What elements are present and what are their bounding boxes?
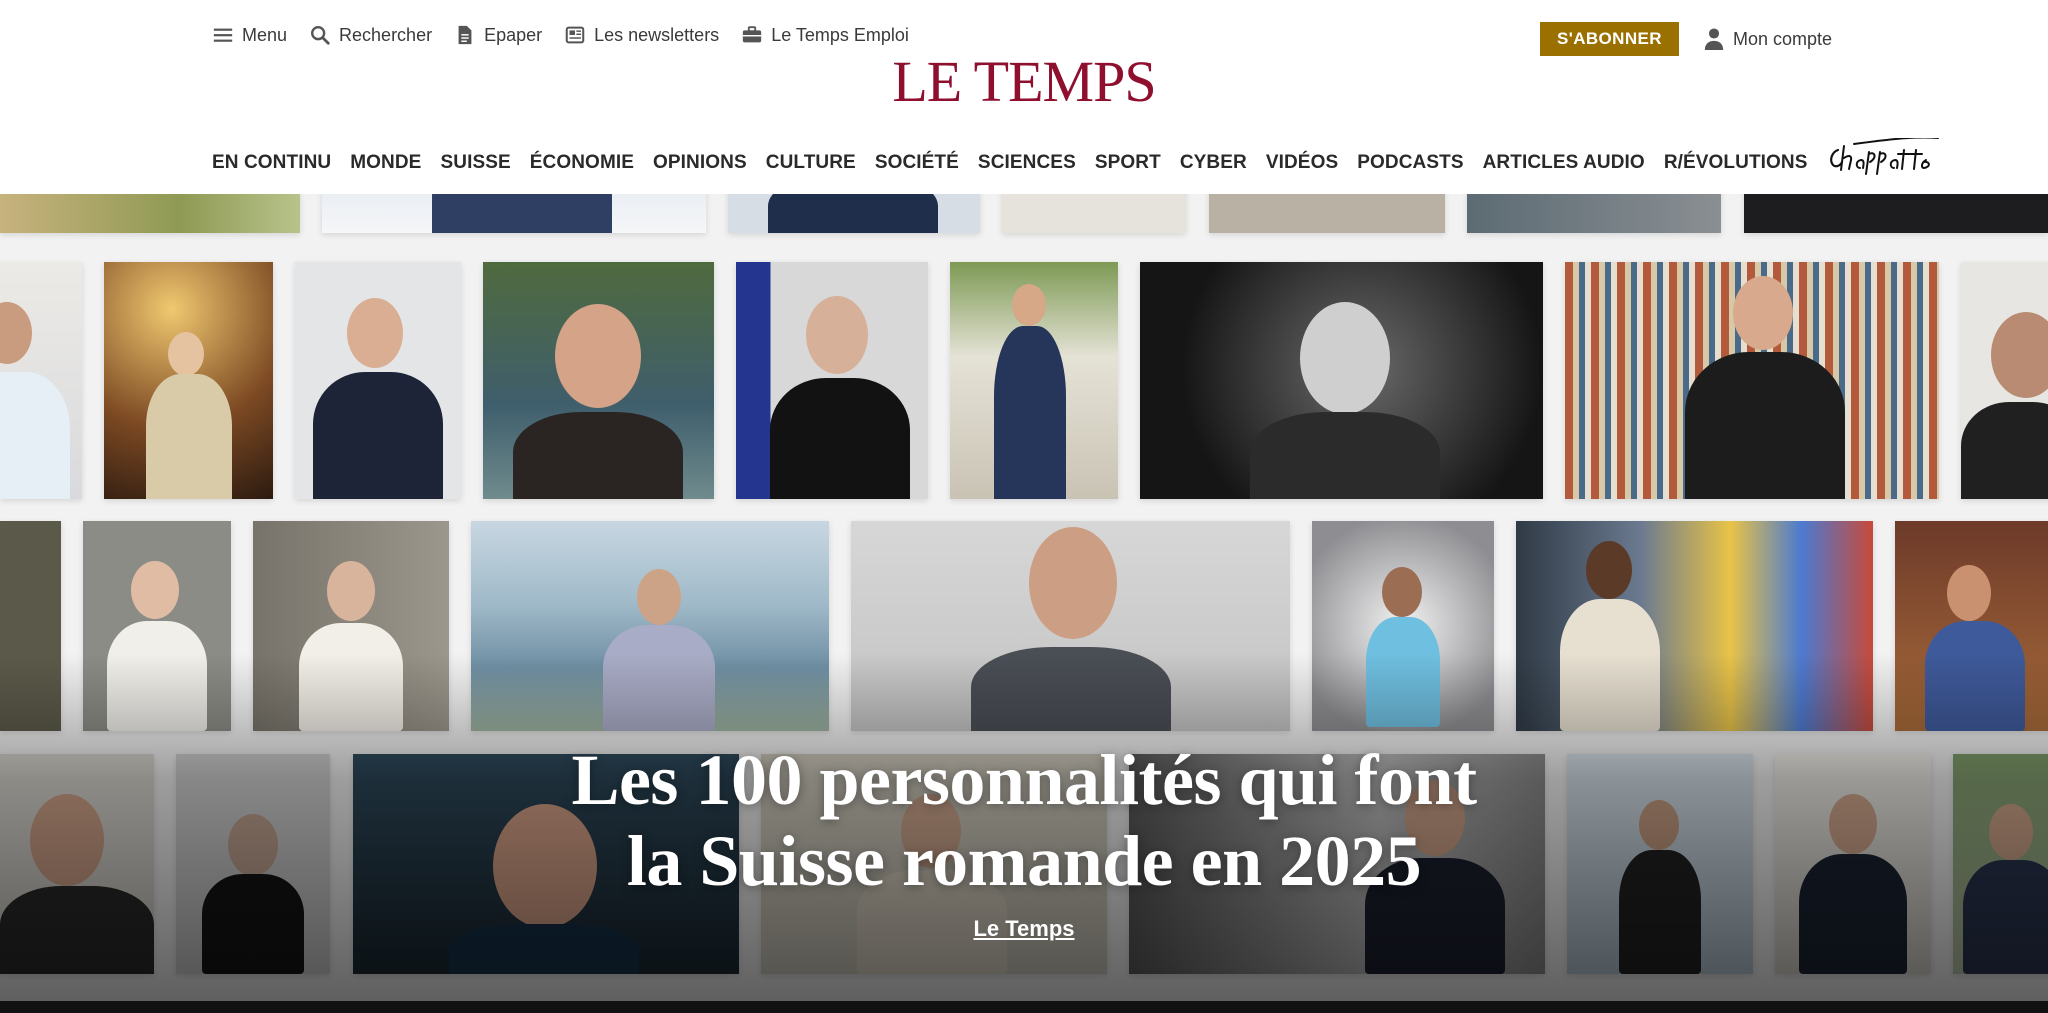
nav-item-culture[interactable]: CULTURE bbox=[766, 152, 856, 174]
nav-item-videos[interactable]: VIDÉOS bbox=[1266, 152, 1338, 174]
utility-nav: Menu Rechercher Epaper Les newsletters L… bbox=[212, 24, 909, 46]
jobs-link[interactable]: Le Temps Emploi bbox=[741, 24, 909, 46]
newsletters-link[interactable]: Les newsletters bbox=[564, 24, 719, 46]
nav-item-suisse[interactable]: SUISSE bbox=[440, 152, 510, 174]
portrait-photo bbox=[322, 194, 706, 233]
menu-button[interactable]: Menu bbox=[212, 24, 287, 46]
portrait-photo bbox=[736, 262, 928, 499]
portrait-photo bbox=[1002, 194, 1186, 233]
jobs-label: Le Temps Emploi bbox=[771, 24, 909, 45]
menu-label: Menu bbox=[242, 24, 288, 45]
nav-item-cyber[interactable]: CYBER bbox=[1180, 152, 1247, 174]
portrait-photo bbox=[950, 262, 1118, 499]
portrait-photo bbox=[0, 194, 300, 233]
portrait-photo bbox=[295, 262, 461, 499]
nav-item-opinions[interactable]: OPINIONS bbox=[653, 152, 747, 174]
newspaper-icon bbox=[565, 26, 585, 44]
portrait-photo bbox=[104, 262, 273, 499]
search-icon bbox=[311, 26, 330, 45]
hero-headline[interactable]: Les 100 personnalités qui font la Suisse… bbox=[0, 740, 2048, 902]
user-icon bbox=[1704, 28, 1724, 50]
site-logo[interactable]: LE TEMPS bbox=[0, 50, 2048, 114]
hero-byline: Le Temps bbox=[0, 916, 2048, 942]
portrait-photo bbox=[1961, 262, 2048, 499]
briefcase-icon bbox=[743, 26, 762, 43]
portrait-photo bbox=[1140, 262, 1543, 499]
nav-item-societe[interactable]: SOCIÉTÉ bbox=[875, 152, 959, 174]
search-button[interactable]: Rechercher bbox=[309, 24, 432, 46]
hero-mosaic[interactable]: Les 100 personnalités qui font la Suisse… bbox=[0, 194, 2048, 1013]
epaper-label: Epaper bbox=[484, 24, 543, 45]
hamburger-icon bbox=[213, 28, 233, 42]
main-nav: EN CONTINU MONDE SUISSE ÉCONOMIE OPINION… bbox=[212, 138, 1940, 176]
hero-headline-line-1: Les 100 personnalités qui font bbox=[571, 740, 1477, 820]
portrait-photo bbox=[0, 262, 82, 499]
nav-item-articles-audio[interactable]: ARTICLES AUDIO bbox=[1483, 152, 1645, 174]
site-header: Menu Rechercher Epaper Les newsletters L… bbox=[0, 0, 2048, 194]
portrait-photo bbox=[483, 262, 714, 499]
portrait-photo bbox=[1209, 194, 1445, 233]
nav-item-economie[interactable]: ÉCONOMIE bbox=[530, 152, 634, 174]
nav-item-monde[interactable]: MONDE bbox=[350, 152, 421, 174]
portrait-photo bbox=[1744, 194, 2048, 233]
portrait-photo bbox=[728, 194, 980, 233]
nav-item-revolutions[interactable]: R/ÉVOLUTIONS bbox=[1664, 152, 1808, 174]
hero-author-link[interactable]: Le Temps bbox=[973, 916, 1074, 941]
portrait-photo bbox=[1467, 194, 1721, 233]
nav-item-sciences[interactable]: SCIENCES bbox=[978, 152, 1076, 174]
nav-item-podcasts[interactable]: PODCASTS bbox=[1357, 152, 1463, 174]
nav-item-en-continu[interactable]: EN CONTINU bbox=[212, 152, 331, 174]
account-label: Mon compte bbox=[1732, 28, 1832, 49]
newsletters-label: Les newsletters bbox=[594, 24, 720, 45]
document-icon bbox=[458, 25, 472, 45]
chappatte-signature-logo[interactable] bbox=[1824, 138, 1940, 176]
epaper-link[interactable]: Epaper bbox=[454, 24, 542, 46]
hero-bottom-strip bbox=[0, 1001, 2048, 1013]
hero-headline-line-2: la Suisse romande en 2025 bbox=[626, 821, 1422, 901]
nav-item-sport[interactable]: SPORT bbox=[1095, 152, 1161, 174]
portrait-photo bbox=[1565, 262, 1939, 499]
search-label: Rechercher bbox=[339, 24, 433, 45]
account-link[interactable]: Mon compte bbox=[1703, 27, 1832, 51]
